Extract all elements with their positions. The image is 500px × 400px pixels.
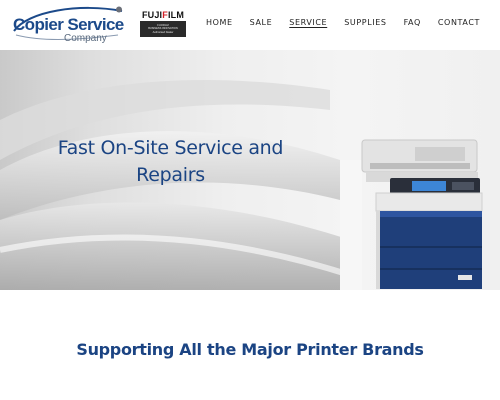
- nav-faq[interactable]: FAQ: [404, 18, 421, 27]
- logo-sub-text: Company: [64, 33, 107, 44]
- nav-service[interactable]: SERVICE: [289, 18, 327, 27]
- company-logo[interactable]: Copier Service Company: [10, 5, 125, 45]
- nav-sale[interactable]: SALE: [250, 18, 273, 27]
- fujifilm-wordmark: FUJIFILM: [141, 10, 185, 20]
- fujifilm-partner-logo: FUJIFILM FUJIFILM BUSINESS INNOVATION Au…: [140, 10, 186, 38]
- nav-supplies[interactable]: SUPPLIES: [344, 18, 386, 27]
- main-navigation: HOME SALE SERVICE SUPPLIES FAQ CONTACT: [206, 18, 480, 27]
- nav-home[interactable]: HOME: [206, 18, 233, 27]
- logo-main-text: Copier Service: [13, 15, 124, 34]
- badge-line: Authorised Dealer: [152, 30, 174, 34]
- copier-machine-image: [340, 139, 483, 290]
- nav-contact[interactable]: CONTACT: [438, 18, 480, 27]
- site-header: Copier Service Company FUJIFILM FUJIFILM…: [0, 0, 500, 50]
- brands-section-title: Supporting All the Major Printer Brands: [76, 340, 424, 359]
- hero-title: Fast On-Site Service and Repairs: [57, 137, 284, 186]
- fujifilm-badge: FUJIFILM BUSINESS INNOVATION Authorised …: [140, 21, 186, 37]
- hero-banner: Fast On-Site Service and Repairs: [0, 50, 500, 290]
